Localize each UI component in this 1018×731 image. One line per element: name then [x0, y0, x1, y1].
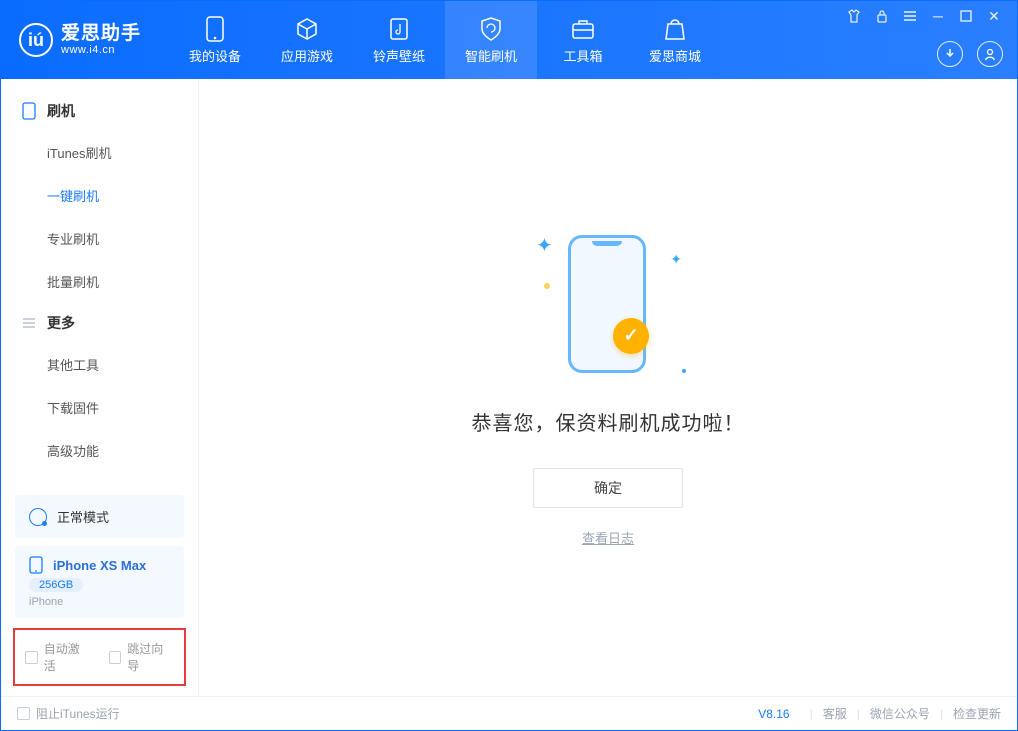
maximize-icon[interactable]	[957, 7, 975, 25]
window-controls: ─ ✕	[845, 7, 1003, 25]
sparkle-icon: ✦	[670, 251, 682, 268]
shopping-bag-icon	[662, 16, 688, 42]
sidebar-item-other-tools[interactable]: 其他工具	[1, 343, 198, 386]
mode-card[interactable]: 正常模式	[15, 495, 184, 538]
dot-icon	[682, 369, 686, 373]
main-content: ✦ ✦ ✓ 恭喜您，保资料刷机成功啦！ 确定 查看日志	[199, 79, 1017, 696]
phone-illustration: ✓	[568, 235, 646, 373]
device-icon	[21, 103, 37, 119]
cube-icon	[294, 16, 320, 42]
tshirt-icon[interactable]	[845, 7, 863, 25]
tab-my-device[interactable]: 我的设备	[169, 1, 261, 79]
view-log-link[interactable]: 查看日志	[582, 528, 634, 547]
tab-ringtone-wallpaper[interactable]: 铃声壁纸	[353, 1, 445, 79]
checkmark-badge-icon: ✓	[613, 318, 649, 354]
phone-small-icon	[29, 556, 43, 574]
footer-link-check-update[interactable]: 检查更新	[953, 705, 1001, 722]
sidebar-item-pro-flash[interactable]: 专业刷机	[1, 217, 198, 260]
device-type: iPhone	[29, 596, 170, 608]
sidebar-item-itunes-flash[interactable]: iTunes刷机	[1, 131, 198, 174]
sidebar: 刷机 iTunes刷机 一键刷机 专业刷机 批量刷机 更多 其他工具 下载固件 …	[1, 79, 199, 696]
success-message: 恭喜您，保资料刷机成功啦！	[472, 407, 745, 436]
status-bar: 阻止iTunes运行 V8.16 | 客服 | 微信公众号 | 检查更新	[1, 696, 1017, 730]
menu-icon[interactable]	[901, 7, 919, 25]
checkbox-icon	[109, 651, 122, 664]
tab-toolbox[interactable]: 工具箱	[537, 1, 629, 79]
shield-refresh-icon	[478, 16, 504, 42]
sparkle-icon: ✦	[536, 233, 553, 258]
dot-icon	[544, 283, 550, 289]
user-icon[interactable]	[977, 41, 1003, 67]
app-name: 爱思助手	[61, 24, 141, 45]
sidebar-item-advanced[interactable]: 高级功能	[1, 429, 198, 472]
sidebar-group-flash: 刷机	[1, 91, 198, 131]
logo-icon: iú	[19, 23, 53, 57]
close-icon[interactable]: ✕	[985, 7, 1003, 25]
list-icon	[21, 315, 37, 331]
checkbox-auto-activate[interactable]: 自动激活	[25, 640, 91, 674]
options-row-highlighted: 自动激活 跳过向导	[13, 628, 186, 686]
app-header: iú 爱思助手 www.i4.cn 我的设备 应用游戏 铃声壁纸 智能刷机 工具…	[1, 1, 1017, 79]
tab-smart-flash[interactable]: 智能刷机	[445, 1, 537, 79]
ok-button[interactable]: 确定	[533, 468, 683, 508]
tab-store[interactable]: 爱思商城	[629, 1, 721, 79]
toolbox-icon	[570, 16, 596, 42]
lock-icon[interactable]	[873, 7, 891, 25]
main-tabs: 我的设备 应用游戏 铃声壁纸 智能刷机 工具箱 爱思商城	[169, 1, 721, 79]
version-label: V8.16	[758, 707, 789, 721]
sidebar-item-download-firmware[interactable]: 下载固件	[1, 386, 198, 429]
checkbox-block-itunes[interactable]: 阻止iTunes运行	[17, 705, 120, 722]
app-logo: iú 爱思助手 www.i4.cn	[19, 23, 141, 57]
mode-icon	[29, 508, 47, 526]
sidebar-group-more: 更多	[1, 303, 198, 343]
checkbox-icon	[17, 707, 30, 720]
device-name: iPhone XS Max	[53, 558, 146, 573]
sidebar-item-batch-flash[interactable]: 批量刷机	[1, 260, 198, 303]
footer-link-wechat[interactable]: 微信公众号	[870, 705, 930, 722]
success-illustration: ✦ ✦ ✓	[548, 229, 668, 379]
footer-link-support[interactable]: 客服	[823, 705, 847, 722]
device-info-card[interactable]: iPhone XS Max 256GB iPhone	[15, 546, 184, 618]
checkbox-skip-guide[interactable]: 跳过向导	[109, 640, 175, 674]
app-url: www.i4.cn	[61, 44, 141, 56]
sidebar-item-oneclick-flash[interactable]: 一键刷机	[1, 174, 198, 217]
tab-apps-games[interactable]: 应用游戏	[261, 1, 353, 79]
music-note-icon	[386, 16, 412, 42]
minimize-icon[interactable]: ─	[929, 7, 947, 25]
download-icon[interactable]	[937, 41, 963, 67]
checkbox-icon	[25, 651, 38, 664]
phone-icon	[202, 16, 228, 42]
device-capacity: 256GB	[29, 578, 83, 592]
